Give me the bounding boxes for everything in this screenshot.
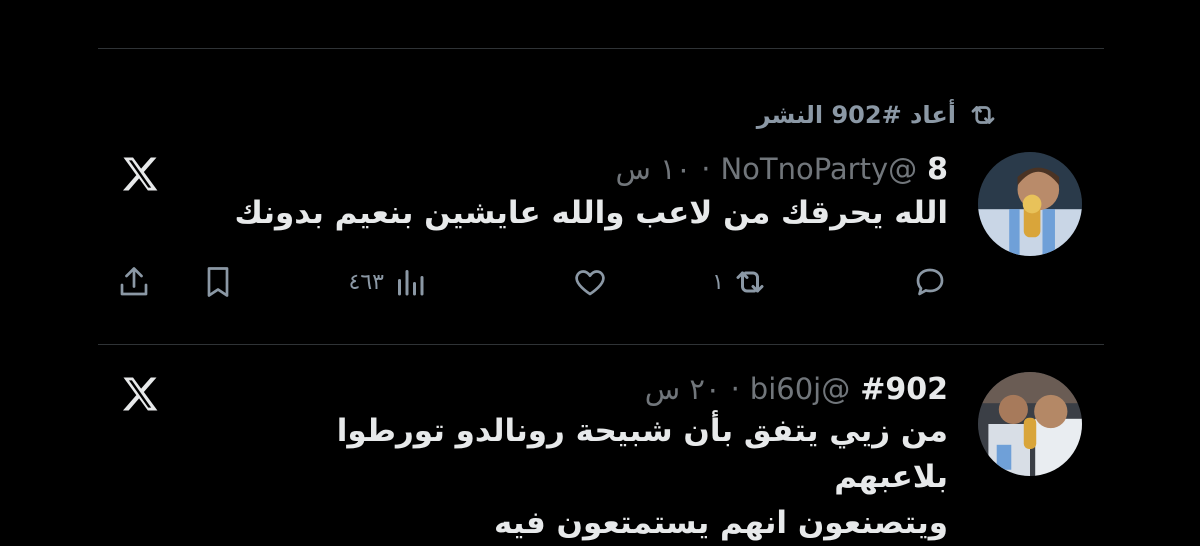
like-button[interactable] — [564, 264, 608, 300]
retweet-banner[interactable]: أعاد #902 النشر — [757, 100, 1000, 130]
tweet-header: 8 @NoTnoParty · ١٠ س — [615, 152, 948, 187]
separator-dot: · — [701, 152, 711, 186]
separator-dot: · — [730, 372, 740, 406]
views-icon — [398, 270, 424, 296]
views-button[interactable]: ٤٦٣ — [349, 264, 428, 300]
retweet-icon — [971, 106, 995, 124]
avatar[interactable] — [978, 152, 1082, 256]
bookmark-button[interactable] — [200, 264, 236, 300]
x-logo-icon — [122, 377, 158, 411]
reply-button[interactable] — [904, 264, 948, 300]
views-count: ٤٦٣ — [348, 269, 384, 295]
top-divider — [98, 48, 1104, 49]
tweet-text: الله يحرقك من لاعب والله عايشين بنعيم بد… — [234, 195, 948, 231]
tweet-header: #902 @bi60j · ٢٠ س — [645, 372, 948, 407]
tweet[interactable]: #902 @bi60j · ٢٠ س من زيي يتفق بأن شبيحة… — [110, 372, 1082, 541]
tweet-divider — [98, 344, 1104, 345]
avatar-image — [978, 152, 1082, 256]
user-handle[interactable]: @bi60j — [750, 372, 850, 406]
user-handle[interactable]: @NoTnoParty — [720, 152, 917, 186]
tweet-time[interactable]: ٢٠ س — [645, 372, 721, 406]
share-icon — [120, 267, 148, 296]
retweet-icon — [736, 271, 764, 293]
avatar-image — [978, 372, 1082, 476]
tweet-text-line: من زيي يتفق بأن شبيحة رونالدو تورطوا بلا… — [336, 413, 948, 495]
tweet-text: من زيي يتفق بأن شبيحة رونالدو تورطوا بلا… — [268, 408, 948, 546]
retweet-button[interactable]: ١ — [712, 264, 768, 300]
display-name[interactable]: 8 — [927, 152, 948, 187]
share-button[interactable] — [116, 264, 152, 300]
retweet-count: ١ — [712, 269, 724, 295]
display-name[interactable]: #902 — [860, 372, 948, 407]
avatar[interactable] — [978, 372, 1082, 476]
retweet-banner-text: أعاد #902 النشر — [756, 101, 956, 129]
reply-icon — [916, 268, 944, 296]
tweet-time[interactable]: ١٠ س — [615, 152, 691, 186]
tweet-text-line: ويتصنعون انهم يستمتعون فيه — [494, 505, 948, 541]
tweet[interactable]: 8 @NoTnoParty · ١٠ س الله يحرقك من لاعب … — [110, 152, 1082, 332]
tweet-actions: ١ ٤٦٣ — [110, 264, 948, 308]
x-logo-icon — [122, 157, 158, 191]
bookmark-icon — [207, 267, 229, 297]
like-icon — [575, 270, 605, 296]
